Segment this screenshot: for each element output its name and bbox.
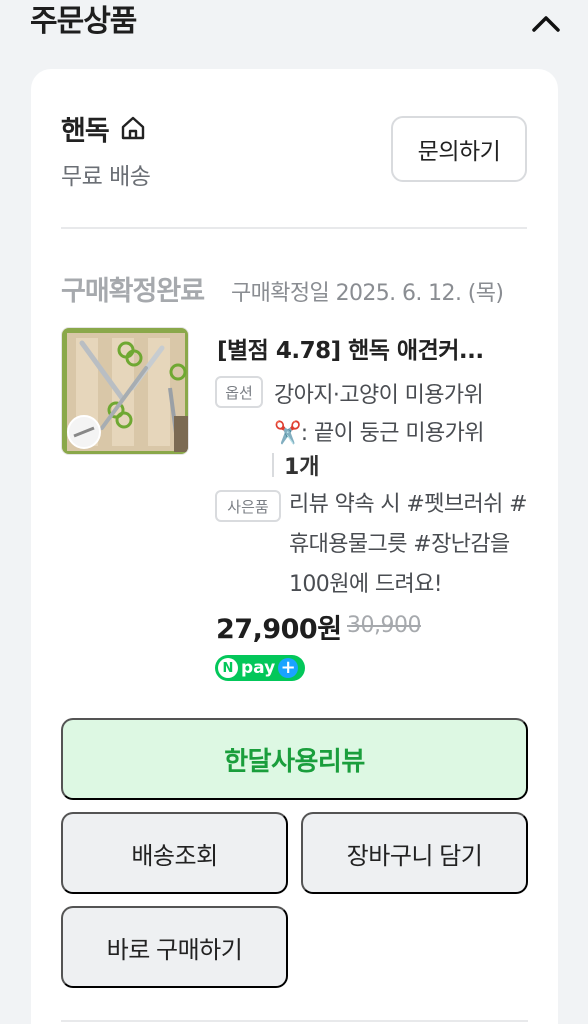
order-status: 구매확정완료 [61, 276, 205, 307]
track-delivery-button[interactable]: 배송조회 [61, 812, 288, 894]
plus-icon: + [278, 658, 299, 678]
npay-label: pay [241, 658, 276, 678]
order-items-header[interactable]: 주문상품 [0, 0, 588, 48]
store-name[interactable]: 핸독 [61, 109, 110, 148]
product-title[interactable]: [별점 4.78] 핸독 애견커... [217, 331, 527, 365]
gift-text: 리뷰 약속 시 #펫브러쉬 #휴대용물그릇 #장난감을 100원에 드려요! [289, 492, 528, 597]
confirm-date: 구매확정일 2025. 6. 12. (목) [231, 281, 504, 306]
quantity: 1개 [284, 455, 320, 480]
chevron-up-icon[interactable] [530, 10, 562, 36]
section-title: 주문상품 [30, 4, 137, 39]
add-to-cart-button[interactable]: 장바구니 담기 [301, 812, 528, 894]
npay-n-icon: N [218, 658, 238, 678]
order-card: 핸독 무료 배송 문의하기 구매확정완료 구매확정일 2025. 6. 12. … [31, 69, 558, 1024]
product-thumbnail[interactable] [61, 327, 189, 455]
bottom-divider [61, 1020, 528, 1022]
divider [61, 227, 527, 229]
scissors-kit-image [62, 328, 188, 454]
gift-tag: 사은품 [215, 490, 281, 522]
quantity-separator [272, 453, 274, 477]
option-text: 강아지·고양이 미용가위 ✂️: 끝이 둥근 미용가위 [274, 377, 534, 446]
option-tag: 옵션 [215, 376, 263, 408]
inquiry-button[interactable]: 문의하기 [391, 116, 527, 182]
option-line-2: ✂️: 끝이 둥근 미용가위 [274, 421, 485, 446]
original-price: 30,900 [347, 613, 421, 638]
buy-now-button[interactable]: 바로 구매하기 [61, 906, 288, 988]
shipping-info: 무료 배송 [61, 164, 151, 190]
option-line-1: 강아지·고양이 미용가위 [274, 383, 484, 408]
npay-plus-badge: N pay + [215, 655, 305, 681]
monthly-review-button[interactable]: 한달사용리뷰 [61, 718, 528, 800]
price: 27,900원 [216, 614, 342, 645]
home-icon [121, 116, 145, 140]
